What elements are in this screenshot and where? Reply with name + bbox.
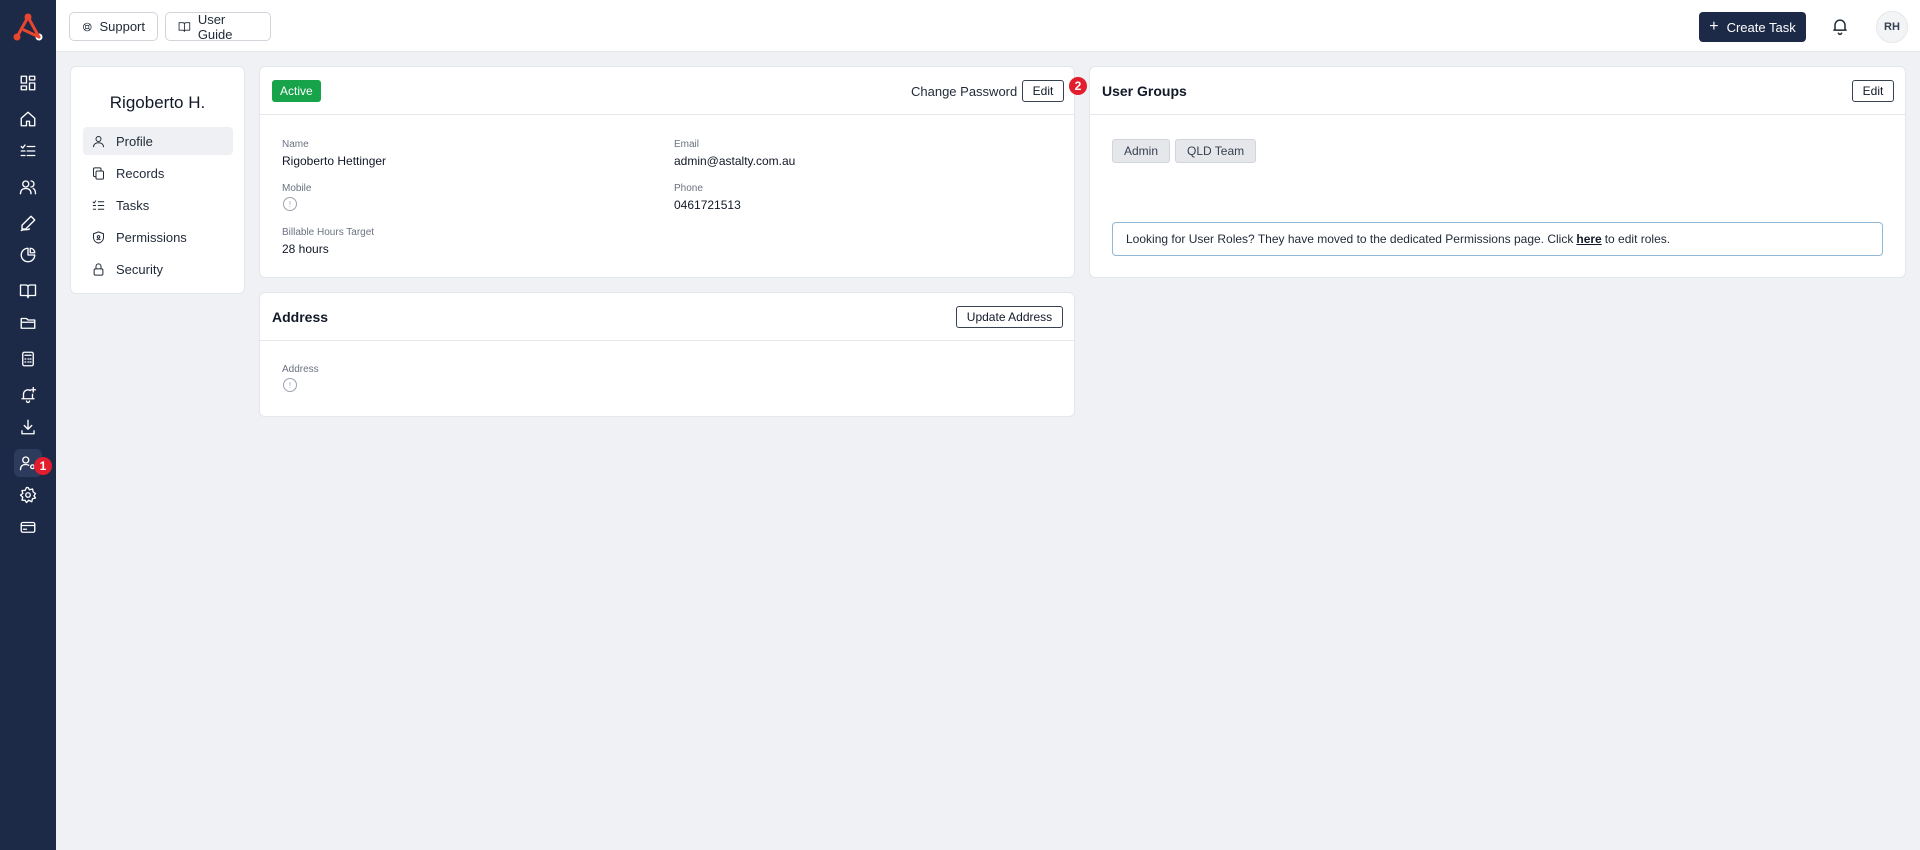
address-card-header: Address Update Address (260, 293, 1074, 341)
menu-item-label: Security (116, 261, 163, 277)
nav-tasks[interactable] (14, 137, 42, 165)
bell-icon (1833, 19, 1847, 36)
copy-icon (93, 166, 104, 180)
bell-plus-icon (21, 386, 37, 404)
email-value: admin@astalty.com.au (674, 154, 796, 168)
change-password-link[interactable]: Change Password (911, 84, 1017, 99)
users-icon (19, 180, 37, 195)
create-task-label: Create Task (1726, 19, 1796, 35)
edit-details-button[interactable]: Edit (1022, 80, 1064, 102)
dashboard-icon (20, 75, 36, 91)
phone-label: Phone (674, 183, 703, 194)
update-address-button[interactable]: Update Address (956, 306, 1063, 328)
groups-card-header: User Groups Edit (1090, 67, 1905, 115)
plus-icon: + (1709, 18, 1719, 35)
user-details-card: Active Change Password Edit Name Rigober… (259, 66, 1075, 278)
book-open-icon (178, 21, 191, 32)
folder-icon (20, 317, 36, 329)
create-task-button[interactable]: + Create Task (1699, 12, 1806, 42)
billable-hours-label: Billable Hours Target (282, 227, 375, 238)
nav-invoices[interactable] (14, 345, 42, 373)
support-button[interactable]: Support (69, 12, 158, 41)
signature-icon (20, 215, 36, 232)
pie-chart-icon (20, 247, 36, 263)
group-chip-qld-team[interactable]: QLD Team (1175, 139, 1257, 163)
edit-groups-button[interactable]: Edit (1852, 80, 1894, 102)
user-icon (93, 135, 104, 147)
address-label: Address (282, 364, 319, 375)
avatar[interactable]: RH (1876, 11, 1908, 43)
address-title: Address (272, 309, 329, 325)
user-groups-title: User Groups (1102, 83, 1187, 99)
menu-item-profile[interactable]: Profile (83, 127, 233, 155)
support-label: Support (99, 19, 145, 34)
menu-item-records[interactable]: Records (83, 159, 233, 187)
nav-home[interactable] (14, 105, 42, 133)
step-badge: 2 (1069, 77, 1087, 95)
checklist-icon (92, 199, 105, 210)
notice-text: Looking for User Roles? They have moved … (1126, 232, 1574, 246)
nav-users[interactable] (14, 173, 42, 201)
group-chip-admin[interactable]: Admin (1112, 139, 1171, 163)
notifications-button[interactable] (1830, 16, 1850, 36)
email-label: Email (674, 139, 700, 150)
user-groups-card: User Groups Edit Admin QLD Team Looking … (1089, 66, 1906, 278)
top-header: Support User Guide (56, 0, 1920, 52)
mobile-label: Mobile (282, 183, 312, 194)
lock-icon (93, 262, 104, 276)
nav-notifications[interactable] (14, 381, 42, 409)
menu-item-label: Tasks (116, 197, 150, 213)
credit-card-icon (20, 521, 36, 533)
menu-item-label: Records (116, 165, 165, 181)
download-icon (21, 419, 35, 435)
billable-hours-value: 28 hours (282, 242, 329, 256)
empty-value-icon: ! (283, 378, 297, 392)
nav-files[interactable] (14, 309, 42, 337)
user-guide-label: User Guide (197, 11, 233, 42)
menu-item-label: Profile (116, 133, 153, 149)
checklist-icon (20, 144, 36, 157)
sidebar: 1 (0, 0, 56, 850)
book-icon (19, 284, 37, 299)
roles-moved-notice: Looking for User Roles? They have moved … (1112, 222, 1883, 256)
profile-name: Rigoberto H. (109, 93, 206, 112)
nav-reports[interactable] (14, 241, 42, 269)
phone-value: 0461721513 (674, 198, 741, 212)
address-card: Address Update Address Address ! (259, 292, 1075, 417)
notice-text-end: to edit roles. (1604, 232, 1671, 246)
empty-value-icon: ! (283, 197, 297, 211)
calculator-icon (22, 351, 34, 367)
home-icon (20, 111, 36, 127)
nav-signatures[interactable] (14, 209, 42, 237)
lifebuoy-icon (82, 22, 92, 31)
user-guide-button[interactable]: User Guide (165, 11, 271, 42)
menu-item-permissions[interactable]: Permissions (83, 223, 233, 251)
app-logo[interactable] (12, 12, 44, 42)
profile-card: Rigoberto H. Profile Records Tasks Permi… (70, 66, 245, 294)
nav-knowledge[interactable] (14, 277, 42, 305)
nav-billing[interactable] (14, 513, 42, 541)
menu-item-security[interactable]: Security (83, 255, 233, 283)
permissions-link[interactable]: here (1576, 232, 1601, 246)
notification-badge: 1 (34, 457, 52, 475)
shield-icon (93, 230, 104, 244)
status-badge: Active (272, 80, 321, 102)
menu-item-label: Permissions (116, 229, 187, 245)
menu-item-tasks[interactable]: Tasks (83, 191, 233, 219)
gear-icon (19, 486, 37, 504)
name-value: Rigoberto Hettinger (282, 154, 387, 168)
name-label: Name (282, 139, 309, 150)
nav-settings[interactable] (14, 481, 42, 509)
nav-downloads[interactable] (14, 413, 42, 441)
details-card-header: Active Change Password Edit (260, 67, 1074, 115)
nav-dashboard[interactable] (14, 69, 42, 97)
